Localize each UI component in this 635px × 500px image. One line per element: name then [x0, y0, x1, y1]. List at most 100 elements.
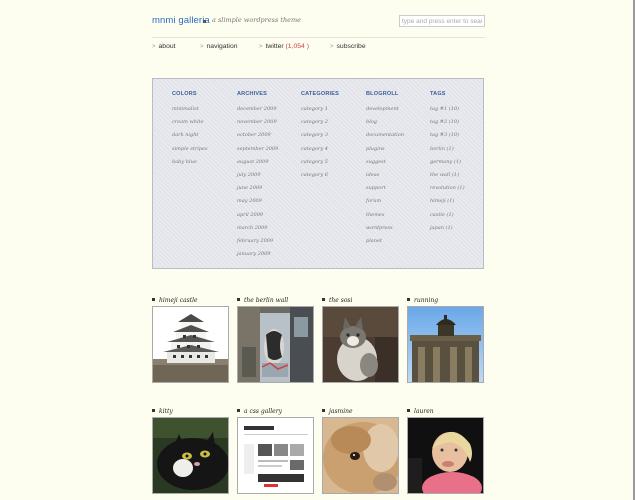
widget-link[interactable]: category 4	[301, 146, 339, 159]
gallery-thumbnail[interactable]	[407, 417, 484, 494]
gallery-thumbnail[interactable]	[152, 417, 229, 494]
widget-link[interactable]: february 2009	[237, 238, 278, 251]
bullet-icon	[203, 20, 206, 23]
widget-archives: ARCHIVES december 2009 november 2009 octob…	[237, 91, 278, 264]
footer-widgets-panel: COLORS minimalist cream white dark night si…	[152, 78, 484, 269]
widget-link[interactable]: category 6	[301, 172, 339, 185]
widget-link[interactable]: berlin (1)	[430, 146, 465, 159]
widget-link[interactable]: category 1	[301, 106, 339, 119]
site-tagline: a slimple wordpress theme	[212, 16, 302, 24]
gallery-item-title[interactable]: lauren	[407, 408, 434, 415]
gallery-item-title[interactable]: the sosi	[322, 297, 352, 304]
bullet-icon	[322, 409, 325, 412]
bullet-icon	[407, 298, 410, 301]
bullet-icon	[152, 298, 155, 301]
widget-link[interactable]: category 5	[301, 159, 339, 172]
widget-link[interactable]: march 2009	[237, 225, 278, 238]
widget-link[interactable]: germany (1)	[430, 159, 465, 172]
bullet-icon	[237, 298, 240, 301]
widget-link[interactable]: december 2009	[237, 106, 278, 119]
widget-link[interactable]: baby blue	[172, 159, 208, 172]
widget-link[interactable]: july 2009	[237, 172, 278, 185]
widget-link[interactable]: wordpress	[366, 225, 404, 238]
header-divider	[152, 37, 485, 38]
gallery-item-title[interactable]: himeji castle	[152, 297, 198, 304]
site-header: mnmi galleria a slimple wordpress theme	[152, 14, 485, 30]
widget-link[interactable]: dark night	[172, 132, 208, 145]
widget-link[interactable]: forum	[366, 198, 404, 211]
widget-link[interactable]: august 2009	[237, 159, 278, 172]
gallery-thumbnail[interactable]	[237, 306, 314, 383]
gallery-item-title[interactable]: kitty	[152, 408, 173, 415]
widget-list: december 2009 november 2009 october 2009 se…	[237, 106, 278, 264]
widget-link[interactable]: development	[366, 106, 404, 119]
gallery-thumbnail[interactable]	[407, 306, 484, 383]
widget-link[interactable]: themes	[366, 212, 404, 225]
widget-list: category 1 category 2 category 3 category 4…	[301, 106, 339, 185]
chevron-right-icon: >	[330, 44, 334, 50]
widget-categories: CATEGORIES category 1 category 2 category …	[301, 91, 339, 185]
nav-item-subscribe[interactable]: > subscribe	[330, 43, 366, 50]
widget-link[interactable]: suggest	[366, 159, 404, 172]
widget-list: minimalist cream white dark night simple st…	[172, 106, 208, 172]
widget-link[interactable]: revolution (1)	[430, 185, 465, 198]
widget-title: ARCHIVES	[237, 91, 268, 97]
widget-link[interactable]: himeji (1)	[430, 198, 465, 211]
widget-link[interactable]: tag #3 (10)	[430, 132, 465, 145]
gallery-item-title[interactable]: the berlin wall	[237, 297, 288, 304]
search-input[interactable]	[399, 15, 485, 27]
widget-colors: COLORS minimalist cream white dark night si…	[172, 91, 208, 172]
widget-link[interactable]: the wall (1)	[430, 172, 465, 185]
widget-link[interactable]: japan (1)	[430, 225, 465, 238]
widget-link[interactable]: planet	[366, 238, 404, 251]
widget-link[interactable]: tag #1 (10)	[430, 106, 465, 119]
gallery-thumbnail[interactable]	[322, 417, 399, 494]
widget-link[interactable]: category 3	[301, 132, 339, 145]
widget-link[interactable]: tag #2 (10)	[430, 119, 465, 132]
widget-link[interactable]: april 2009	[237, 212, 278, 225]
widget-link[interactable]: simple stripes	[172, 146, 208, 159]
bullet-icon	[322, 298, 325, 301]
gallery-item-title[interactable]: running	[407, 297, 438, 304]
widget-title: CATEGORIES	[301, 91, 339, 97]
gallery-item-title[interactable]: jasmine	[322, 408, 353, 415]
widget-link[interactable]: october 2009	[237, 132, 278, 145]
gallery-thumbnail[interactable]	[237, 417, 314, 494]
widget-link[interactable]: category 2	[301, 119, 339, 132]
widget-title: COLORS	[172, 91, 197, 97]
widget-link[interactable]: may 2009	[237, 198, 278, 211]
chevron-right-icon: >	[200, 44, 204, 50]
site-title-link[interactable]: mnmi galleria	[152, 15, 210, 26]
gallery-item-title[interactable]: a css gallery	[237, 408, 282, 415]
widget-link[interactable]: september 2009	[237, 146, 278, 159]
chevron-right-icon: >	[259, 44, 263, 50]
bullet-icon	[152, 409, 155, 412]
widget-link[interactable]: plugins	[366, 146, 404, 159]
widget-tags: TAGS tag #1 (10) tag #2 (10) tag #3 (10) be…	[430, 91, 465, 238]
widget-list: tag #1 (10) tag #2 (10) tag #3 (10) berlin …	[430, 106, 465, 238]
widget-link[interactable]: castle (1)	[430, 212, 465, 225]
chevron-right-icon: >	[152, 44, 156, 50]
widget-link[interactable]: june 2009	[237, 185, 278, 198]
bullet-icon	[407, 409, 410, 412]
nav-item-navigation[interactable]: > navigation	[200, 43, 238, 50]
widget-link[interactable]: january 2009	[237, 251, 278, 264]
widget-title: BLOGROLL	[366, 91, 399, 97]
twitter-count-badge: (1,054 )	[285, 43, 309, 50]
widget-link[interactable]: support	[366, 185, 404, 198]
widget-list: development blog documentation plugins sugge…	[366, 106, 404, 251]
main-nav: > about > navigation > twitter (1,054 ) > su…	[152, 43, 485, 55]
gallery-thumbnail[interactable]	[152, 306, 229, 383]
bullet-icon	[237, 409, 240, 412]
widget-link[interactable]: minimalist	[172, 106, 208, 119]
widget-link[interactable]: blog	[366, 119, 404, 132]
widget-link[interactable]: cream white	[172, 119, 208, 132]
nav-item-twitter[interactable]: > twitter (1,054 )	[259, 43, 309, 50]
widget-link[interactable]: documentation	[366, 132, 404, 145]
gallery-thumbnail[interactable]	[322, 306, 399, 383]
nav-item-about[interactable]: > about	[152, 43, 176, 50]
widget-blogroll: BLOGROLL development blog documentation plu…	[366, 91, 404, 251]
widget-link[interactable]: ideas	[366, 172, 404, 185]
widget-link[interactable]: november 2009	[237, 119, 278, 132]
widget-title: TAGS	[430, 91, 446, 97]
